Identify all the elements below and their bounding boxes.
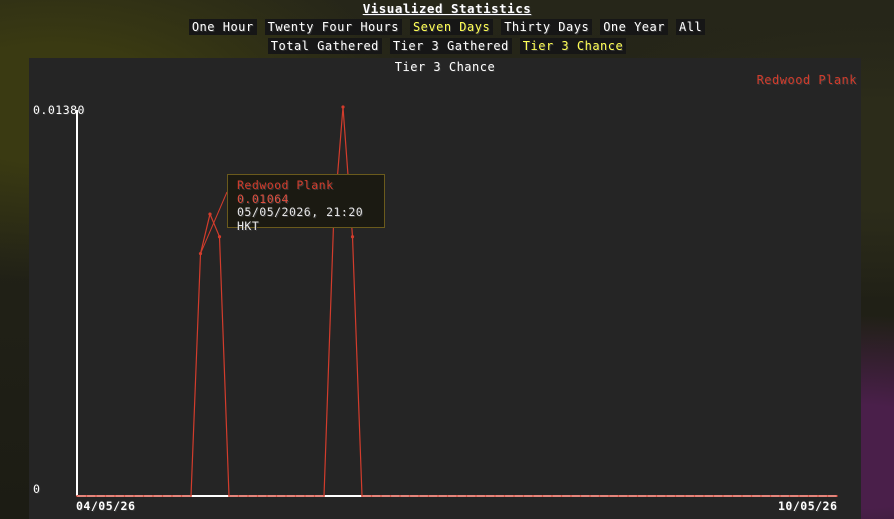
data-point[interactable] (399, 495, 401, 497)
data-point[interactable] (807, 495, 810, 497)
data-point[interactable] (826, 495, 829, 497)
data-point[interactable] (266, 495, 268, 497)
data-point[interactable] (684, 495, 686, 497)
data-point[interactable] (627, 495, 629, 497)
data-point[interactable] (408, 495, 411, 497)
data-point[interactable] (456, 495, 458, 497)
data-point[interactable] (85, 495, 88, 497)
data-point[interactable] (114, 495, 116, 497)
data-point[interactable] (674, 495, 677, 497)
data-point[interactable] (217, 235, 222, 239)
data-point[interactable] (608, 495, 610, 497)
data-point[interactable] (712, 495, 715, 497)
data-point[interactable] (285, 495, 287, 497)
data-point[interactable] (142, 495, 145, 497)
data-point[interactable] (123, 495, 126, 497)
data-point[interactable] (541, 495, 544, 497)
data-point[interactable] (313, 495, 316, 497)
data-point[interactable] (180, 495, 183, 497)
data-point[interactable] (779, 495, 781, 497)
data-point[interactable] (380, 495, 382, 497)
data-point[interactable] (190, 495, 192, 497)
data-point[interactable] (350, 235, 355, 239)
data-point[interactable] (361, 495, 363, 497)
data-point[interactable] (427, 495, 430, 497)
data-point[interactable] (589, 495, 591, 497)
data-point[interactable] (475, 495, 477, 497)
chart-plot (76, 105, 838, 497)
data-point[interactable] (560, 495, 563, 497)
data-point[interactable] (133, 495, 135, 497)
data-point[interactable] (836, 495, 838, 497)
series-layer (76, 105, 838, 497)
data-point[interactable] (551, 495, 553, 497)
data-point[interactable] (788, 495, 791, 497)
data-point[interactable] (446, 495, 449, 497)
data-point[interactable] (161, 495, 164, 497)
data-point[interactable] (532, 495, 534, 497)
data-point[interactable] (494, 495, 496, 497)
data-point[interactable] (76, 495, 78, 497)
data-point[interactable] (208, 212, 212, 216)
data-point[interactable] (370, 495, 373, 497)
data-point[interactable] (275, 495, 278, 497)
data-point[interactable] (798, 495, 800, 497)
data-point[interactable] (104, 495, 107, 497)
series-line (77, 106, 837, 497)
data-point[interactable] (437, 495, 439, 497)
data-point[interactable] (341, 105, 345, 109)
tooltip-time: 05/05/2026, 21:20 HKT (237, 205, 364, 233)
data-point[interactable] (769, 495, 772, 497)
tooltip: Redwood Plank 0.01064 05/05/2026, 21:20 … (227, 174, 385, 232)
data-point[interactable] (722, 495, 724, 497)
data-point[interactable] (304, 495, 306, 497)
data-point[interactable] (646, 495, 648, 497)
data-point[interactable] (95, 495, 97, 497)
data-point[interactable] (570, 495, 572, 497)
data-point[interactable] (731, 495, 734, 497)
data-point[interactable] (598, 495, 601, 497)
tooltip-pointer (200, 191, 228, 254)
tooltip-series-name: Redwood Plank (237, 178, 334, 192)
data-point[interactable] (237, 495, 240, 497)
data-point[interactable] (617, 495, 620, 497)
data-point[interactable] (655, 495, 658, 497)
data-point[interactable] (522, 495, 525, 497)
data-point[interactable] (228, 495, 230, 497)
data-point[interactable] (817, 495, 819, 497)
data-point[interactable] (152, 495, 154, 497)
data-point[interactable] (484, 495, 487, 497)
data-point[interactable] (503, 495, 506, 497)
data-point[interactable] (703, 495, 705, 497)
data-point[interactable] (750, 495, 753, 497)
data-point[interactable] (636, 495, 639, 497)
data-point[interactable] (171, 495, 173, 497)
data-point[interactable] (256, 495, 259, 497)
data-point[interactable] (323, 495, 325, 497)
data-point[interactable] (741, 495, 743, 497)
data-point[interactable] (465, 495, 468, 497)
data-point[interactable] (389, 495, 392, 497)
data-point[interactable] (247, 495, 249, 497)
tooltip-value: 0.01064 (237, 191, 289, 206)
data-point[interactable] (693, 495, 696, 497)
data-point[interactable] (665, 495, 667, 497)
data-point[interactable] (418, 495, 420, 497)
data-point[interactable] (760, 495, 762, 497)
data-point[interactable] (579, 495, 582, 497)
data-point[interactable] (294, 495, 297, 497)
data-point[interactable] (513, 495, 515, 497)
